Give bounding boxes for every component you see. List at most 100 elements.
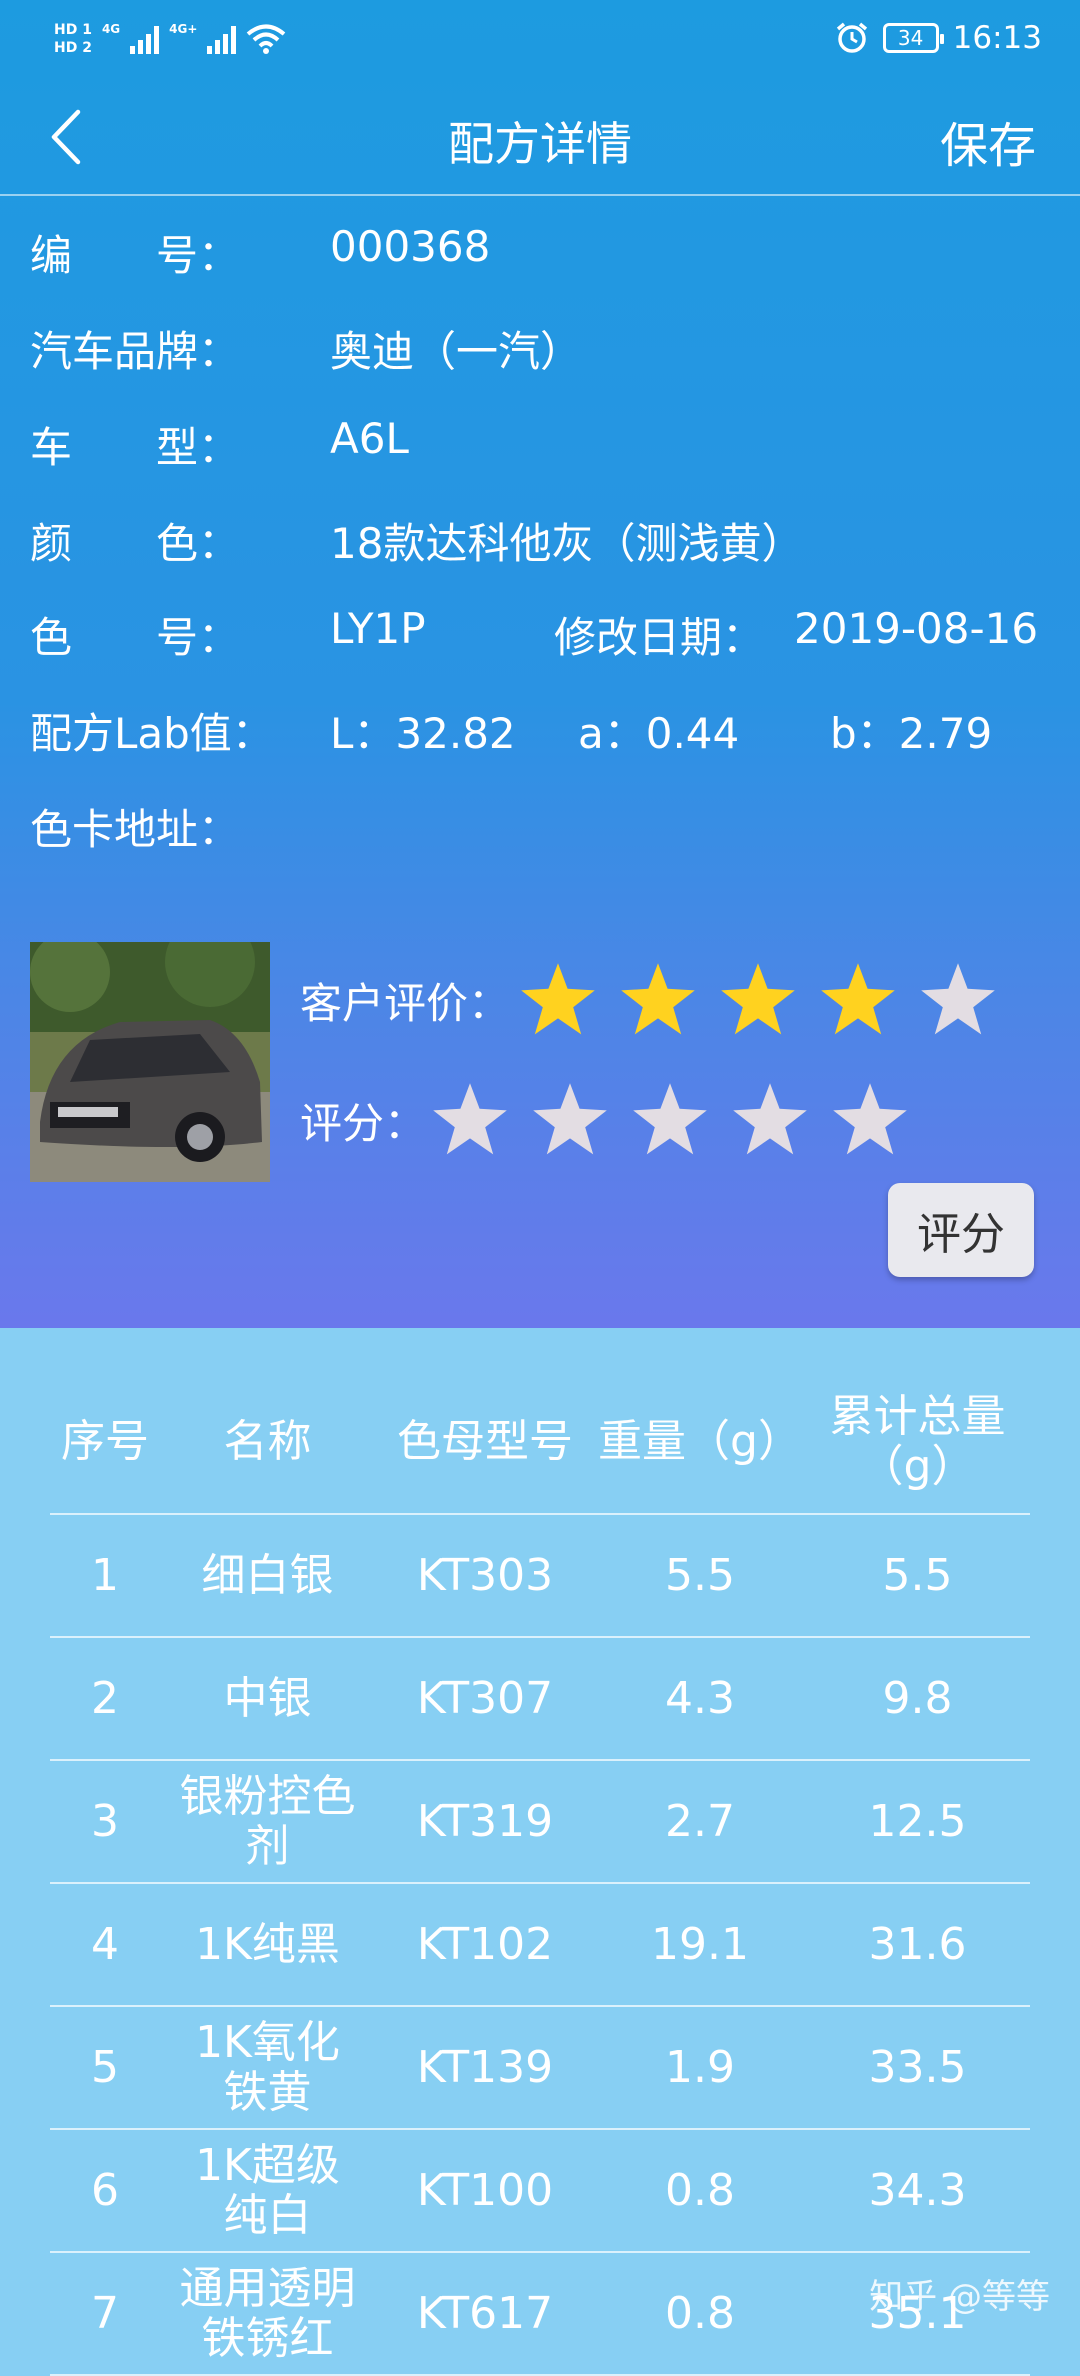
row-weight: 2.7 — [595, 1761, 805, 1882]
car-photo[interactable] — [30, 942, 270, 1182]
row-total: 33.5 — [805, 2007, 1030, 2128]
signal-icon-2 — [207, 24, 236, 54]
row-model: KT139 — [375, 2007, 595, 2128]
hd2-label: HD 2 — [54, 39, 92, 57]
row-name: 中银 — [160, 1638, 375, 1759]
row-total: 31.6 — [805, 1884, 1030, 2005]
code-label: 编 号： — [30, 222, 240, 283]
row-name: 1K氧化铁黄 — [160, 2007, 375, 2128]
status-bar: HD 1 HD 2 4G 4G+ 34 16:13 — [0, 0, 1080, 80]
watermark: 知乎 @等等 — [869, 2269, 1050, 2318]
score-star-icon[interactable] — [430, 1080, 510, 1160]
save-button[interactable]: 保存 — [940, 106, 1036, 176]
row-index: 7 — [50, 2253, 160, 2374]
row-index: 1 — [50, 1515, 160, 1636]
brand-value: 奥迪（一汽） — [330, 318, 582, 379]
brand-label: 汽车品牌： — [30, 318, 240, 379]
header-divider — [0, 194, 1080, 196]
customer-star-icon — [918, 960, 998, 1040]
table-row: 51K氧化铁黄KT1391.933.5 — [50, 2007, 1030, 2130]
score-star-icon[interactable] — [630, 1080, 710, 1160]
wifi-icon — [246, 23, 286, 55]
table-body: 1细白银KT3035.55.52中银KT3074.39.83银粉控色剂KT319… — [50, 1515, 1030, 2376]
row-index: 4 — [50, 1884, 160, 2005]
score-stars[interactable] — [430, 1080, 910, 1160]
header-name: 名称 — [160, 1370, 375, 1513]
status-left: HD 1 HD 2 4G 4G+ — [54, 14, 286, 64]
customer-star-icon — [818, 960, 898, 1040]
color-card-label: 色卡地址： — [30, 796, 240, 857]
signal-icon — [130, 24, 159, 54]
row-name: 1K超级纯白 — [160, 2130, 375, 2251]
hd-indicator: HD 1 HD 2 — [54, 21, 92, 57]
row-name: 通用透明铁锈红 — [160, 2253, 375, 2374]
row-weight: 0.8 — [595, 2130, 805, 2251]
table-header: 序号 名称 色母型号 重量（g） 累计总量（g） — [50, 1370, 1030, 1515]
score-star-icon[interactable] — [830, 1080, 910, 1160]
row-total: 9.8 — [805, 1638, 1030, 1759]
lab-a-value: a：0.44 — [578, 700, 739, 761]
clock: 16:13 — [953, 20, 1042, 56]
code-value: 000368 — [330, 222, 490, 271]
customer-rating-label: 客户评价： — [300, 970, 510, 1031]
color-label: 颜 色： — [30, 510, 240, 571]
row-weight: 1.9 — [595, 2007, 805, 2128]
row-index: 2 — [50, 1638, 160, 1759]
row-weight: 0.8 — [595, 2253, 805, 2374]
battery-icon: 34 — [883, 23, 939, 53]
row-name: 银粉控色剂 — [160, 1761, 375, 1882]
row-total: 12.5 — [805, 1761, 1030, 1882]
row-index: 3 — [50, 1761, 160, 1882]
row-model: KT102 — [375, 1884, 595, 2005]
color-no-value: LY1P — [330, 604, 426, 653]
status-right: 34 16:13 — [835, 16, 1042, 60]
lab-b-value: b：2.79 — [830, 700, 992, 761]
app-bar: 配方详情 保存 — [0, 80, 1080, 194]
table-row: 1细白银KT3035.55.5 — [50, 1515, 1030, 1638]
rate-button[interactable]: 评分 — [888, 1183, 1034, 1277]
formula-table: 序号 名称 色母型号 重量（g） 累计总量（g） 1细白银KT3035.55.5… — [50, 1370, 1030, 2376]
color-value: 18款达科他灰（测浅黄） — [330, 510, 803, 571]
score-label: 评分： — [300, 1090, 426, 1151]
row-weight: 4.3 — [595, 1638, 805, 1759]
model-value: A6L — [330, 414, 409, 463]
table-row: 2中银KT3074.39.8 — [50, 1638, 1030, 1761]
customer-star-icon — [718, 960, 798, 1040]
row-total: 34.3 — [805, 2130, 1030, 2251]
row-name: 1K纯黑 — [160, 1884, 375, 2005]
row-model: KT319 — [375, 1761, 595, 1882]
hd1-label: HD 1 — [54, 21, 92, 39]
mod-date-value: 2019-08-16 — [794, 604, 1038, 653]
row-weight: 19.1 — [595, 1884, 805, 2005]
row-model: KT617 — [375, 2253, 595, 2374]
score-star-icon[interactable] — [730, 1080, 810, 1160]
row-model: KT307 — [375, 1638, 595, 1759]
mod-date-label: 修改日期： — [554, 604, 764, 665]
lab-l-value: L：32.82 — [330, 700, 516, 761]
row-total: 5.5 — [805, 1515, 1030, 1636]
header-total: 累计总量（g） — [805, 1370, 1030, 1513]
row-index: 5 — [50, 2007, 160, 2128]
model-label: 车 型： — [30, 414, 240, 475]
alarm-icon — [835, 21, 869, 55]
customer-rating-stars — [518, 960, 998, 1040]
table-row: 3银粉控色剂KT3192.712.5 — [50, 1761, 1030, 1884]
lab-label: 配方Lab值： — [30, 700, 274, 761]
row-name: 细白银 — [160, 1515, 375, 1636]
header-index: 序号 — [50, 1370, 160, 1513]
color-no-label: 色 号： — [30, 604, 240, 665]
header-weight: 重量（g） — [595, 1370, 805, 1513]
header-model: 色母型号 — [375, 1370, 595, 1513]
row-model: KT100 — [375, 2130, 595, 2251]
network2-label: 4G+ — [169, 22, 197, 36]
table-row: 41K纯黑KT10219.131.6 — [50, 1884, 1030, 2007]
row-index: 6 — [50, 2130, 160, 2251]
row-weight: 5.5 — [595, 1515, 805, 1636]
table-row: 61K超级纯白KT1000.834.3 — [50, 2130, 1030, 2253]
score-star-icon[interactable] — [530, 1080, 610, 1160]
customer-star-icon — [618, 960, 698, 1040]
page-title: 配方详情 — [0, 108, 1080, 174]
customer-star-icon — [518, 960, 598, 1040]
row-model: KT303 — [375, 1515, 595, 1636]
network1-label: 4G — [102, 22, 120, 36]
